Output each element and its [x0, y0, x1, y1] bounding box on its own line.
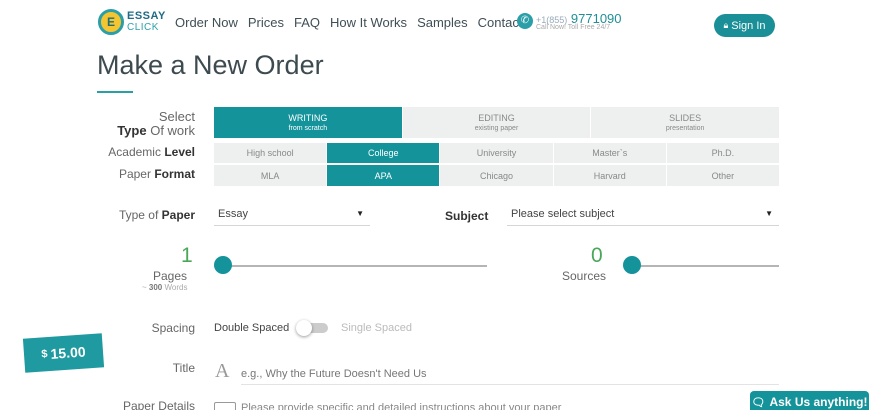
text-font-icon: A	[215, 360, 230, 382]
academic-level-selector: High school College University Master`s …	[214, 143, 779, 163]
level-university[interactable]: University	[440, 143, 554, 163]
nav-order-now[interactable]: Order Now	[175, 15, 238, 30]
subject-value: Please select subject	[511, 207, 615, 220]
phone-contact[interactable]: ✆ +1(855) 9771090 Call Now! Toll Free 24…	[517, 11, 622, 31]
pages-slider-handle[interactable]	[214, 256, 232, 274]
chat-bubble-icon: 🗨︎	[751, 396, 766, 409]
logo-badge-icon: E	[98, 9, 124, 35]
type-of-paper-select[interactable]: Essay ▼	[214, 202, 370, 226]
work-type-writing[interactable]: WRITING from scratch	[214, 107, 403, 138]
double-spaced-option[interactable]: Double Spaced	[214, 322, 289, 334]
sources-slider-handle[interactable]	[623, 256, 641, 274]
keyboard-icon	[214, 402, 236, 410]
type-of-paper-value: Essay	[218, 207, 248, 220]
work-type-slides[interactable]: SLIDES presentation	[591, 107, 779, 138]
format-other[interactable]: Other	[667, 165, 779, 186]
spacing-label: Spacing	[151, 321, 195, 335]
price-currency: $	[41, 348, 48, 361]
paper-format-selector: MLA APA Chicago Harvard Other	[214, 165, 779, 186]
work-type-label: Select Type Of work	[117, 109, 195, 138]
format-harvard[interactable]: Harvard	[554, 165, 667, 186]
nav-faq[interactable]: FAQ	[294, 15, 320, 30]
logo[interactable]: E ESSAY CLICK	[98, 9, 166, 35]
pages-word-count: ~ 300 Words	[142, 283, 188, 292]
pages-count: 1	[181, 244, 193, 267]
sources-count: 0	[591, 244, 603, 267]
level-phd[interactable]: Ph.D.	[667, 143, 779, 163]
ask-us-label: Ask Us anything!	[769, 395, 868, 409]
ask-us-chat-button[interactable]: 🗨︎ Ask Us anything!	[750, 391, 869, 410]
work-type-editing[interactable]: EDITING existing paper	[403, 107, 592, 138]
academic-level-label: Academic Level	[108, 145, 195, 159]
pages-slider-track[interactable]	[223, 265, 487, 267]
subject-label: Subject	[445, 209, 489, 223]
sign-in-button[interactable]: 🔒︎ Sign In	[714, 14, 775, 37]
nav-samples[interactable]: Samples	[417, 15, 468, 30]
paper-details-label: Paper Details	[122, 399, 195, 410]
type-of-paper-label: Type of Paper	[118, 208, 195, 222]
price-tag: $ 15.00	[22, 333, 105, 373]
title-underline	[97, 91, 133, 93]
title-input[interactable]	[241, 363, 779, 385]
nav-prices[interactable]: Prices	[248, 15, 284, 30]
dropdown-arrow-icon: ▼	[356, 209, 364, 218]
pages-label: Pages	[153, 269, 188, 283]
level-high-school[interactable]: High school	[214, 143, 328, 163]
single-spaced-option[interactable]: Single Spaced	[341, 322, 412, 334]
main-nav: Order Now Prices FAQ How It Works Sample…	[175, 15, 539, 30]
format-mla[interactable]: MLA	[214, 165, 328, 186]
sign-in-label: Sign In	[731, 19, 766, 32]
level-masters[interactable]: Master`s	[554, 143, 667, 163]
sources-slider-track[interactable]	[632, 265, 779, 267]
work-type-selector: WRITING from scratch EDITING existing pape…	[214, 107, 779, 138]
lock-icon: 🔒︎	[723, 20, 729, 30]
format-chicago[interactable]: Chicago	[440, 165, 554, 186]
dropdown-arrow-icon: ▼	[765, 209, 773, 218]
logo-text-line1: ESSAY	[127, 10, 166, 22]
title-label: Title	[172, 361, 195, 375]
price-amount: 15.00	[50, 343, 87, 362]
spacing-toggle-knob[interactable]	[296, 320, 312, 336]
page-title: Make a New Order	[97, 50, 324, 80]
level-college[interactable]: College	[327, 143, 441, 163]
format-apa[interactable]: APA	[327, 165, 441, 186]
phone-subtitle: Call Now! Toll Free 24/7	[536, 24, 611, 31]
sources-label: Sources	[562, 269, 607, 283]
phone-icon: ✆	[517, 13, 533, 29]
nav-how-it-works[interactable]: How It Works	[330, 15, 407, 30]
paper-format-label: Paper Format	[118, 167, 195, 181]
subject-select[interactable]: Please select subject ▼	[507, 202, 779, 226]
logo-text-line2: CLICK	[127, 22, 159, 33]
paper-details-input[interactable]	[241, 401, 779, 410]
